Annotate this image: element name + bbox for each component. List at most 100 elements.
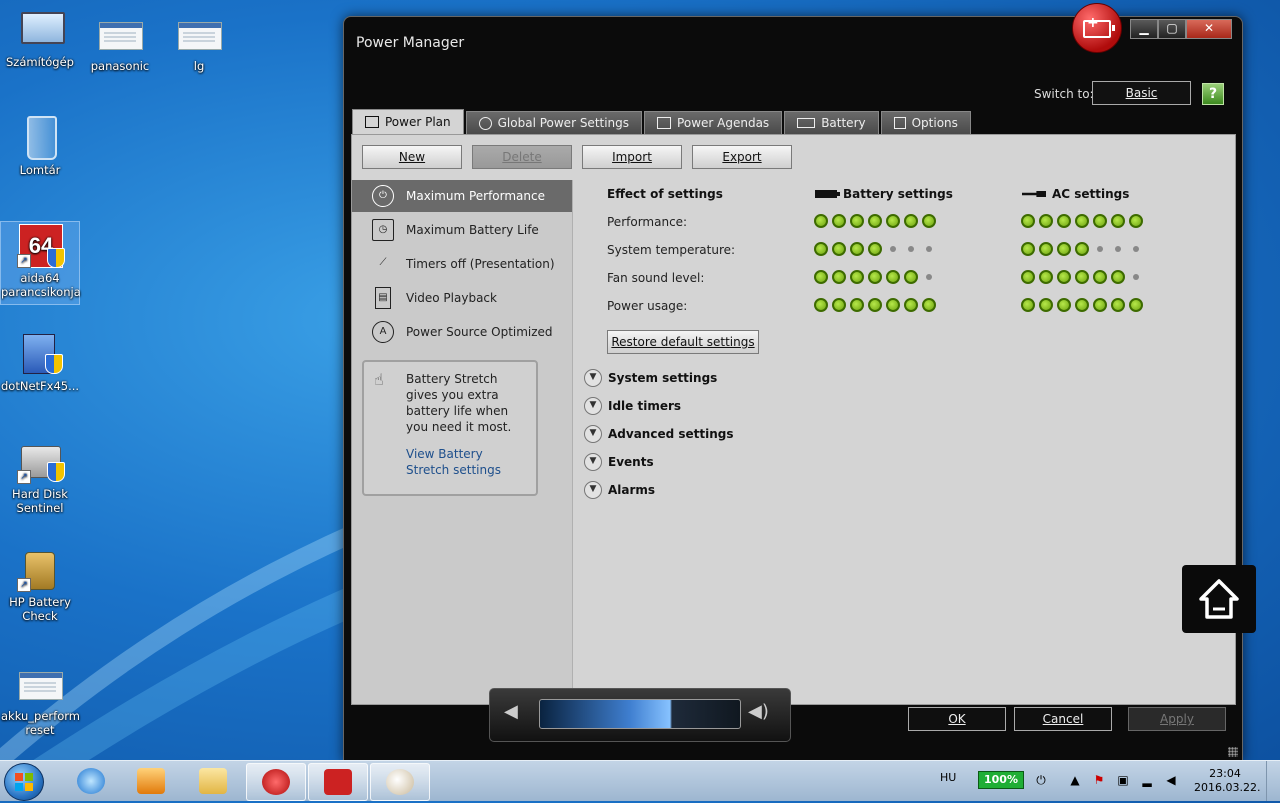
section-label: Alarms [608,483,656,497]
desktop-icon-dotnetfx[interactable]: dotNetFx45... [1,332,79,393]
window-controls: ▁ ▢ ✕ [1130,19,1232,39]
battery-settings-heading: Battery settings [815,187,953,201]
desktop-icon-lg[interactable]: lg [160,12,238,73]
tab-global-power-settings[interactable]: Global Power Settings [465,111,643,134]
import-plan-button[interactable]: Import [582,145,682,169]
plan-item-video-playback[interactable]: ▤ Video Playback [352,282,572,314]
section-idle-timers[interactable]: ▼ Idle timers [584,397,681,415]
windows-logo-icon [15,773,33,791]
power-plug-icon[interactable]: ⏻ [1034,773,1048,787]
computer-icon [17,8,65,52]
minimize-button[interactable]: ▁ [1130,19,1158,39]
desktop-icon-label: Számítógép [5,55,74,69]
section-label: Events [608,455,654,469]
meter-dot-on [814,298,828,312]
meter-dot-on [1057,298,1071,312]
speaker-high-icon: ◀) [748,701,769,722]
show-desktop-button[interactable] [1266,761,1280,801]
meter-dot-on [850,298,864,312]
meter-dot-on [1021,242,1035,256]
film-icon: ▤ [375,287,391,309]
meter-dot-on [868,242,882,256]
tab-options[interactable]: Options [880,111,971,134]
section-system-settings[interactable]: ▼ System settings [584,369,717,387]
system-clock[interactable]: 23:04 2016.03.22. [1194,767,1261,795]
section-events[interactable]: ▼ Events [584,453,654,471]
cancel-button[interactable]: Cancel [1014,707,1112,731]
meter-dot-on [922,214,936,228]
apply-button[interactable]: Apply [1128,707,1226,731]
help-icon[interactable]: ? [1202,83,1224,105]
calendar-clock-icon [657,117,672,129]
meter-dot-on [922,298,936,312]
meter-dot-on [1075,298,1089,312]
desktop-icon-hp-battery-check[interactable]: ↗ HP Battery Check [1,548,79,623]
start-button[interactable] [4,763,44,801]
taskbar-ie[interactable] [62,763,120,799]
auto-icon: A [372,321,394,343]
chevron-down-icon: ▼ [584,369,602,387]
volume-icon[interactable]: ◀ [1164,773,1178,787]
network-icon[interactable]: ▂ [1140,773,1154,787]
metric-label-temperature: System temperature: [607,243,736,257]
section-label: Idle timers [608,399,682,413]
restore-defaults-button[interactable]: Restore default settings [607,330,759,354]
taskbar: HU 100% ⏻ ▲ ⚑ ▣ ▂ ◀ 23:04 2016.03.22. [0,760,1280,801]
meter-dot-on [1039,214,1053,228]
new-plan-button[interactable]: New [362,145,462,169]
desktop-icon-computer[interactable]: Számítógép [1,8,79,69]
plan-item-timers-off[interactable]: ⟋ Timers off (Presentation) [352,248,572,280]
desktop-icon-aida64[interactable]: 64 ↗ aida64 parancsikonja [0,221,81,305]
plan-item-maximum-battery-life[interactable]: ◷ Maximum Battery Life [352,214,572,246]
window-title: Power Manager [356,35,465,51]
ok-button[interactable]: OK [908,707,1006,731]
volume-bar[interactable] [539,699,741,729]
tab-label: Power Plan [385,115,451,129]
meter-dot-on [904,214,918,228]
section-label: Advanced settings [608,427,734,441]
tab-battery[interactable]: Battery [784,111,879,134]
export-plan-button[interactable]: Export [692,145,792,169]
clock-date: 2016.03.22. [1194,781,1261,794]
taskbar-media-player[interactable] [122,763,180,799]
desktop-icon-panasonic[interactable]: panasonic [81,12,159,73]
meter-ac-0 [1021,214,1147,228]
meter-dot-on [1111,214,1125,228]
taskbar-explorer[interactable] [184,763,242,799]
desktop-icon-label: lg [193,59,205,73]
switch-basic-button[interactable]: Basic [1092,81,1191,105]
section-alarms[interactable]: ▼ Alarms [584,481,655,499]
desktop-icon-label: aida64 parancsikonja [1,271,81,299]
show-hidden-icons-icon[interactable]: ▲ [1068,773,1082,787]
language-indicator[interactable]: HU [940,771,956,784]
chevron-down-icon: ▼ [584,397,602,415]
taskbar-paint[interactable] [370,763,430,801]
action-center-icon[interactable]: ⚑ [1092,773,1106,787]
desktop-icon-label: panasonic [90,59,150,73]
close-button[interactable]: ✕ [1186,19,1232,39]
meter-dot-on [1129,298,1143,312]
plan-item-power-source-optimized[interactable]: A Power Source Optimized [352,316,572,348]
desktop-icon-akku-reset[interactable]: akku_perform reset [1,662,80,737]
meter-battery-0 [814,214,940,228]
taskbar-aida64[interactable] [308,763,368,801]
desktop-icon-recycle-bin[interactable]: Lomtár [1,116,79,177]
tab-power-plan[interactable]: Power Plan [352,109,464,134]
power-plan-panel: New Delete Import Export ⏻ Maximum Perfo… [351,134,1236,705]
taskbar-power-manager[interactable] [246,763,306,801]
desktop-icon-hard-disk-sentinel[interactable]: ↗ Hard Disk Sentinel [1,440,79,515]
device-icon[interactable]: ▣ [1116,773,1130,787]
section-advanced-settings[interactable]: ▼ Advanced settings [584,425,734,443]
maximize-button[interactable]: ▢ [1158,19,1186,39]
delete-plan-button[interactable]: Delete [472,145,572,169]
plan-label: Maximum Performance [406,189,545,203]
tab-power-agendas[interactable]: Power Agendas [644,111,783,134]
button-label: Export [722,150,762,164]
folder-icon [199,768,227,794]
resize-grip[interactable] [1228,747,1238,757]
battery-percentage-indicator[interactable]: 100% [978,771,1024,789]
view-battery-stretch-link[interactable]: View Battery Stretch settings [406,446,526,478]
plan-item-maximum-performance[interactable]: ⏻ Maximum Performance [352,180,572,212]
floating-home-widget[interactable] [1182,565,1256,633]
document-thumbnail-icon [176,12,222,56]
